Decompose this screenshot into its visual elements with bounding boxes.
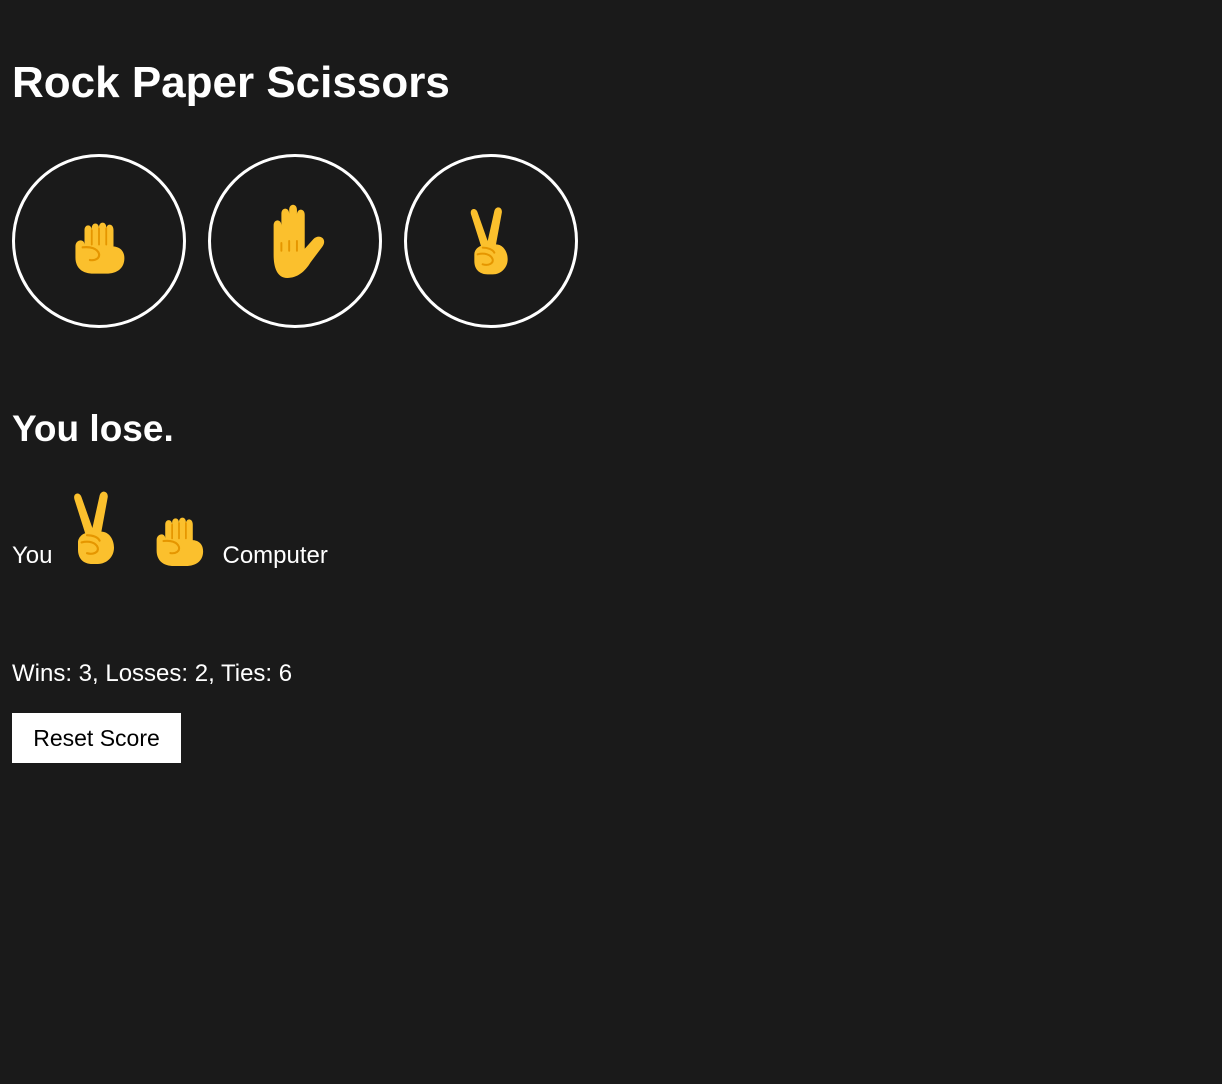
page-title: Rock Paper Scissors — [12, 58, 450, 107]
move-buttons — [12, 154, 578, 328]
scissors-button[interactable] — [404, 154, 578, 328]
fist-icon — [70, 208, 128, 274]
reset-score-button[interactable]: Reset Score — [12, 713, 181, 763]
computer-label: Computer — [222, 542, 328, 569]
score-text: Wins: 3, Losses: 2, Ties: 6 — [12, 660, 293, 687]
victory-hand-icon — [466, 205, 516, 277]
result-text: You lose. — [12, 408, 174, 449]
paper-button[interactable] — [208, 154, 382, 328]
raised-hand-icon — [260, 204, 330, 278]
fist-icon — [149, 504, 209, 566]
moves-display: You Computer — [12, 486, 328, 576]
rock-button[interactable] — [12, 154, 186, 328]
player-label: You — [12, 542, 53, 569]
victory-hand-icon — [69, 490, 123, 566]
